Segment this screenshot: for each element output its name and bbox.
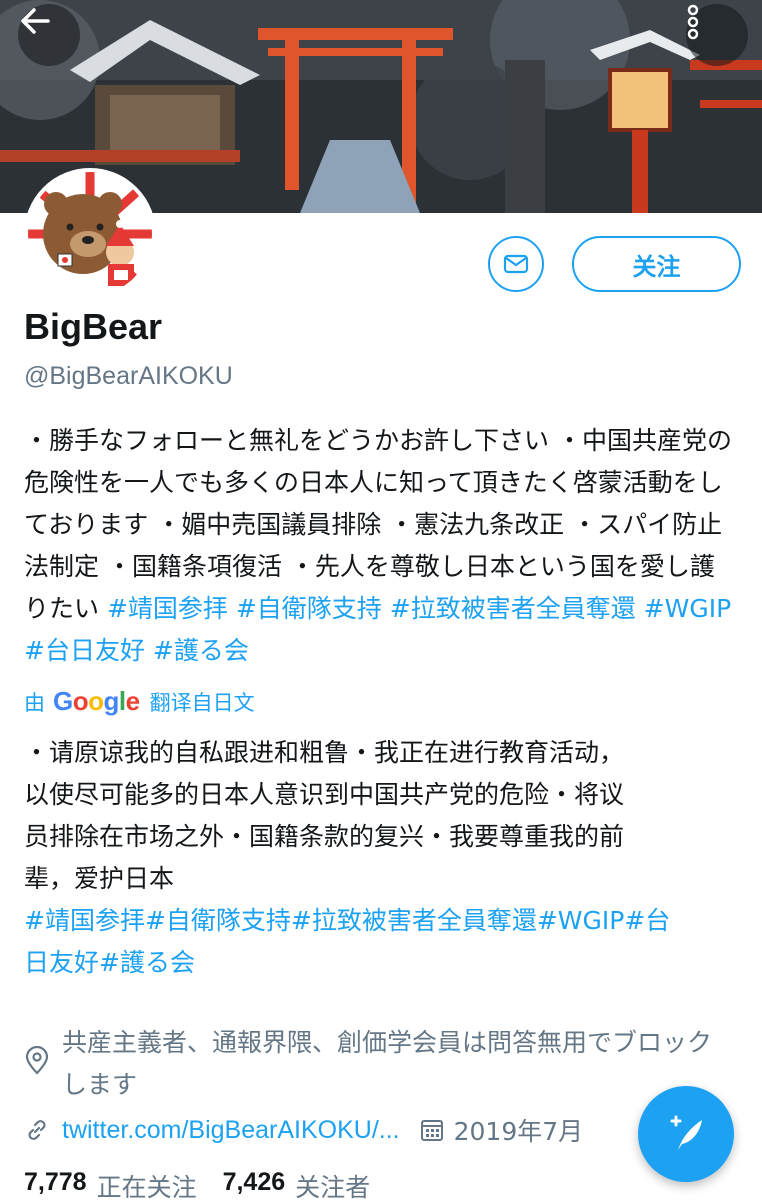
- more-button[interactable]: [686, 4, 748, 66]
- translation-credit[interactable]: 由 Google 翻译自日文: [24, 686, 255, 717]
- more-vertical-icon: [687, 4, 699, 40]
- message-button[interactable]: [488, 236, 544, 292]
- bio: ・勝手なフォローと無礼をどうかお許し下さい ・中国共産党の危険性を一人でも多くの…: [24, 420, 736, 672]
- link-row: twitter.com/BigBearAIKOKU/... 2019年7月: [24, 1112, 583, 1148]
- following-count[interactable]: 7,778: [24, 1168, 87, 1204]
- follow-button[interactable]: 关注: [572, 236, 741, 292]
- google-logo: Google: [53, 686, 140, 716]
- translated-hashtags[interactable]: #靖国参拝#自衛隊支持#拉致被害者全員奪還#WGIP#台: [24, 900, 724, 942]
- compose-feather-icon: [670, 1115, 702, 1150]
- user-handle: @BigBearAIKOKU: [24, 362, 233, 390]
- link-icon: [28, 1120, 46, 1140]
- translated-bio: ・请原谅我的自私跟进和粗鲁・我正在进行教育活动， 以使尽可能多的日本人意识到中国…: [24, 732, 724, 984]
- hashtag-link[interactable]: #護る会: [153, 636, 249, 665]
- location-row: 共産主義者、通報界隈、創価学会員は問答無用でブロックします: [24, 1022, 714, 1106]
- following-label[interactable]: 正在关注: [97, 1168, 197, 1204]
- hashtag-link[interactable]: #自衛隊支持: [236, 594, 382, 623]
- back-arrow-icon: [21, 8, 50, 34]
- follow-stats: 7,778 正在关注 7,426 关注者: [24, 1168, 386, 1204]
- hashtag-link[interactable]: #靖国参拝: [107, 594, 228, 623]
- profile-link[interactable]: twitter.com/BigBearAIKOKU/...: [62, 1116, 400, 1145]
- translated-line: 员排除在市场之外・国籍条款的复兴・我要尊重我的前: [24, 822, 625, 851]
- hashtag-link[interactable]: #台日友好: [24, 636, 145, 665]
- compose-tweet-button[interactable]: [638, 1086, 734, 1182]
- location-pin-icon: [25, 1046, 49, 1075]
- followers-label[interactable]: 关注者: [295, 1168, 370, 1204]
- translation-prefix: 由: [24, 690, 45, 715]
- avatar[interactable]: [24, 168, 156, 300]
- location-text: 共産主義者、通報界隈、創価学会員は問答無用でブロックします: [62, 1028, 713, 1099]
- translated-line: 以使尽可能多的日本人意识到中国共产党的危险・将议: [24, 780, 625, 809]
- translated-line: 辈，爱护日本: [24, 864, 175, 893]
- back-button[interactable]: [18, 4, 80, 66]
- bear-avatar-image: [28, 172, 152, 296]
- display-name: BigBear: [24, 306, 163, 347]
- followers-count[interactable]: 7,426: [223, 1168, 286, 1204]
- translation-suffix: 翻译自日文: [149, 690, 255, 715]
- translated-line: ・请原谅我的自私跟进和粗鲁・我正在进行教育活动，: [24, 738, 625, 767]
- hashtag-link[interactable]: #拉致被害者全員奪還: [390, 594, 636, 623]
- joined-date: 2019年7月: [453, 1117, 584, 1146]
- translated-hashtags[interactable]: 日友好#護る会: [24, 942, 724, 984]
- hashtag-link[interactable]: #WGIP: [644, 594, 732, 623]
- calendar-icon: [420, 1120, 443, 1141]
- envelope-icon: [503, 254, 529, 274]
